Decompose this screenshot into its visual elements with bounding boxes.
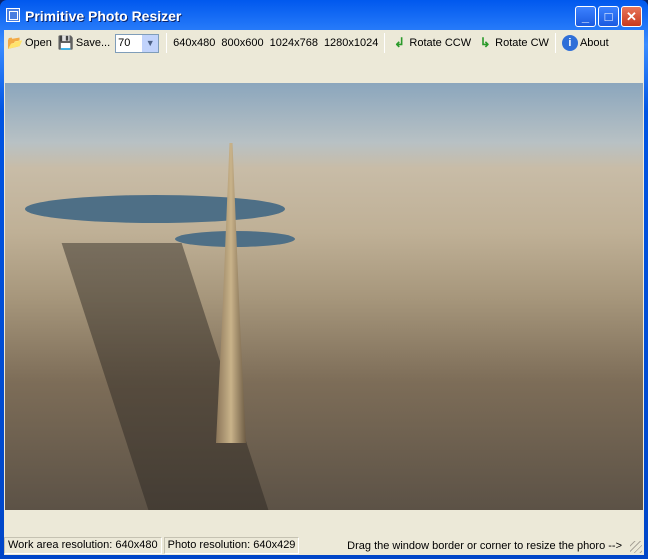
- work-area-resolution: Work area resolution: 640x480: [4, 537, 162, 554]
- save-button[interactable]: 💾 Save...: [55, 32, 113, 54]
- close-button[interactable]: ✕: [621, 6, 642, 27]
- preset-800x600-button[interactable]: 800x600: [218, 32, 266, 54]
- preset-1024x768-button[interactable]: 1024x768: [267, 32, 321, 54]
- rotate-ccw-button[interactable]: ↲ Rotate CCW: [388, 32, 474, 54]
- photo-lake: [25, 195, 285, 223]
- toolbar: 📂 Open 💾 Save... 70 ▼ 640x480 800x600 1024x…: [4, 30, 618, 56]
- toolbar-separator: [384, 33, 386, 53]
- info-icon: i: [561, 35, 578, 51]
- minimize-button[interactable]: _: [575, 6, 596, 27]
- toolbar-separator: [166, 33, 168, 53]
- app-window: Primitive Photo Resizer _ □ ✕ 📂 Open 💾 Sav…: [0, 0, 648, 559]
- client-area: 📂 Open 💾 Save... 70 ▼ 640x480 800x600 1024x…: [4, 30, 644, 555]
- photo-resolution: Photo resolution: 640x429: [163, 537, 300, 554]
- rotate-ccw-label: Rotate CCW: [409, 37, 472, 49]
- floppy-disk-icon: 💾: [57, 35, 75, 50]
- toolbar-separator: [554, 33, 556, 53]
- chevron-down-icon[interactable]: ▼: [142, 34, 159, 52]
- rotate-cw-arrow-icon: ↳: [479, 35, 491, 50]
- rotate-cw-button[interactable]: ↳ Rotate CW: [474, 32, 552, 54]
- app-icon: [6, 8, 20, 22]
- open-label: Open: [25, 37, 52, 49]
- status-bar: Work area resolution: 640x480 Photo reso…: [4, 536, 644, 555]
- rotate-cw-label: Rotate CW: [495, 37, 549, 49]
- rotate-ccw-arrow-icon: ↲: [393, 35, 405, 50]
- quality-value: 70: [118, 36, 131, 49]
- window-title: Primitive Photo Resizer: [25, 8, 182, 24]
- resize-hint: Drag the window border or corner to resi…: [347, 539, 622, 552]
- preset-640x480-button[interactable]: 640x480: [170, 32, 218, 54]
- title-bar[interactable]: Primitive Photo Resizer _ □ ✕: [0, 0, 648, 30]
- folder-icon: 📂: [7, 35, 24, 50]
- resize-grip[interactable]: [630, 541, 642, 553]
- open-button[interactable]: 📂 Open: [4, 32, 55, 54]
- about-button[interactable]: i About: [559, 32, 612, 54]
- quality-select[interactable]: 70 ▼: [115, 33, 160, 53]
- photo-canvas[interactable]: [5, 83, 643, 510]
- about-label: About: [579, 37, 609, 49]
- maximize-button[interactable]: □: [598, 6, 619, 27]
- photo-tower: [216, 143, 246, 443]
- preset-1280x1024-button[interactable]: 1280x1024: [321, 32, 381, 54]
- save-label: Save...: [75, 37, 111, 49]
